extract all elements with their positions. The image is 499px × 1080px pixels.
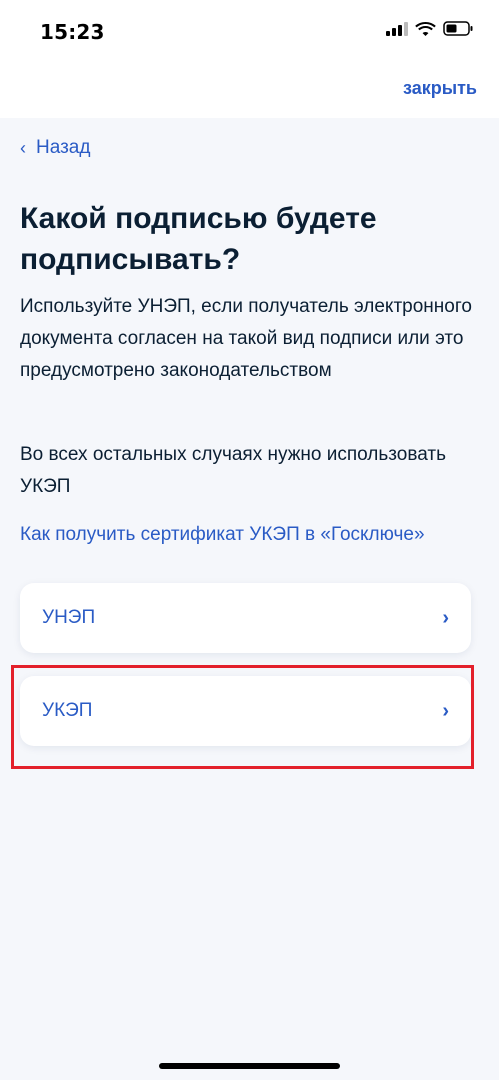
certificate-link[interactable]: Как получить сертификат УКЭП в «Госключе…: [20, 524, 425, 546]
option-unep[interactable]: УНЭП ›: [20, 583, 471, 653]
description-ukep: Во всех остальных случаях нужно использо…: [20, 444, 446, 497]
chevron-left-icon: ‹: [20, 138, 26, 158]
top-nav: закрыть: [0, 66, 499, 118]
cellular-signal-icon: [386, 21, 408, 36]
chevron-right-icon: ›: [442, 606, 449, 629]
description-unep: Используйте УНЭП, если получатель электр…: [20, 296, 472, 381]
option-label: УНЭП: [42, 607, 96, 628]
wifi-icon: [415, 21, 436, 36]
chevron-right-icon: ›: [442, 699, 449, 722]
status-bar: 15:23: [0, 0, 499, 66]
option-label: УКЭП: [42, 700, 93, 721]
option-ukep[interactable]: УКЭП ›: [20, 676, 471, 746]
page-title: Какой подписью будете подписывать?: [20, 202, 377, 276]
close-button[interactable]: закрыть: [403, 78, 477, 99]
home-indicator: [159, 1063, 340, 1069]
status-icons: [386, 21, 473, 36]
battery-icon: [443, 21, 473, 36]
back-button[interactable]: ‹ Назад: [20, 137, 90, 159]
screen: 15:23 закрыть ‹ Назад Какой подписью буд…: [0, 0, 499, 1080]
status-time: 15:23: [40, 20, 105, 44]
back-label: Назад: [36, 137, 91, 158]
